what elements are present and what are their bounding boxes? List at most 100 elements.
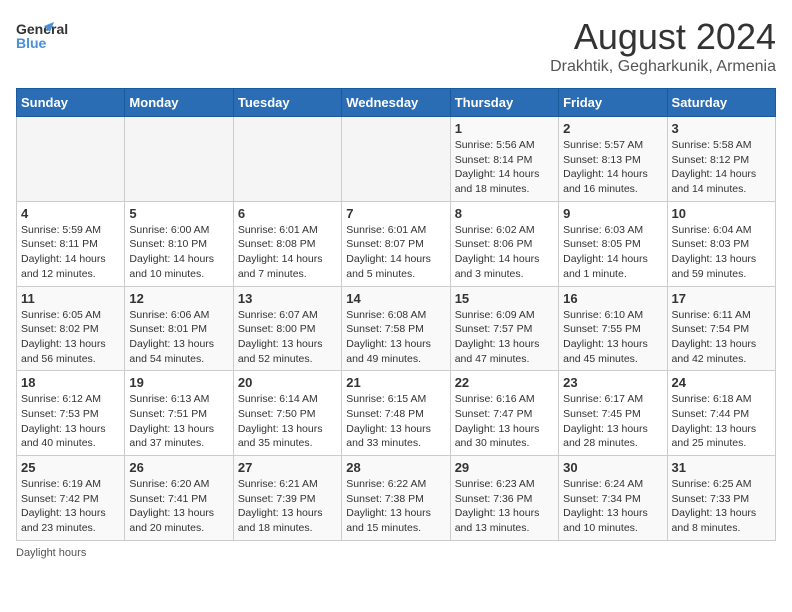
calendar-cell: 5Sunrise: 6:00 AM Sunset: 8:10 PM Daylig… <box>125 201 233 286</box>
calendar-cell: 15 Sunrise: 6:09 AM Sunset: 7:57 PM Dayli… <box>450 286 558 371</box>
day-info: Sunrise: 6:14 AM Sunset: 7:50 PM Dayligh… <box>238 392 337 451</box>
day-info: Sunrise: 6:17 AM Sunset: 7:45 PM Dayligh… <box>563 392 662 451</box>
day-info: Sunrise: 6:02 AM Sunset: 8:06 PM Dayligh… <box>455 223 554 282</box>
day-number: 30 <box>563 460 662 475</box>
day-number: 10 <box>672 206 771 221</box>
calendar-cell: 8 Sunrise: 6:02 AM Sunset: 8:06 PM Daylig… <box>450 201 558 286</box>
calendar-cell: 11 Sunrise: 6:05 AM Sunset: 8:02 PM Dayli… <box>17 286 125 371</box>
day-header-tuesday: Tuesday <box>233 89 341 117</box>
day-info: Sunrise: 6:20 AM Sunset: 7:41 PM Dayligh… <box>129 477 228 536</box>
week-row-1: 1 Sunrise: 5:56 AM Sunset: 8:14 PM Daylig… <box>17 117 776 202</box>
day-info: Sunrise: 6:13 AM Sunset: 7:51 PM Dayligh… <box>129 392 228 451</box>
day-info: Sunrise: 6:16 AM Sunset: 7:47 PM Dayligh… <box>455 392 554 451</box>
day-number: 13 <box>238 291 337 306</box>
day-info: Sunrise: 6:19 AM Sunset: 7:42 PM Dayligh… <box>21 477 120 536</box>
day-number: 14 <box>346 291 445 306</box>
day-info: Sunrise: 6:21 AM Sunset: 7:39 PM Dayligh… <box>238 477 337 536</box>
day-header-monday: Monday <box>125 89 233 117</box>
day-number: 8 <box>455 206 554 221</box>
day-number: 23 <box>563 375 662 390</box>
calendar: SundayMondayTuesdayWednesdayThursdayFrid… <box>16 88 776 541</box>
calendar-cell: 19 Sunrise: 6:13 AM Sunset: 7:51 PM Dayli… <box>125 371 233 456</box>
calendar-cell: 24 Sunrise: 6:18 AM Sunset: 7:44 PM Dayli… <box>667 371 775 456</box>
calendar-cell: 29 Sunrise: 6:23 AM Sunset: 7:36 PM Dayli… <box>450 456 558 541</box>
header: General Blue August 2024 Drakhtik, Gegha… <box>16 16 776 76</box>
calendar-cell: 20 Sunrise: 6:14 AM Sunset: 7:50 PM Dayli… <box>233 371 341 456</box>
calendar-cell <box>125 117 233 202</box>
day-number: 4 <box>21 206 120 221</box>
day-info: Sunrise: 5:59 AM Sunset: 8:11 PM Dayligh… <box>21 223 120 282</box>
calendar-cell: 21 Sunrise: 6:15 AM Sunset: 7:48 PM Dayli… <box>342 371 450 456</box>
day-info: Sunrise: 6:09 AM Sunset: 7:57 PM Dayligh… <box>455 308 554 367</box>
logo: General Blue <box>16 16 96 56</box>
day-number: 27 <box>238 460 337 475</box>
day-number: 1 <box>455 121 554 136</box>
sub-title: Drakhtik, Gegharkunik, Armenia <box>550 58 776 76</box>
calendar-cell: 13 Sunrise: 6:07 AM Sunset: 8:00 PM Dayli… <box>233 286 341 371</box>
day-info: Sunrise: 5:58 AM Sunset: 8:12 PM Dayligh… <box>672 138 771 197</box>
calendar-cell: 31Sunrise: 6:25 AM Sunset: 7:33 PM Dayli… <box>667 456 775 541</box>
day-header-friday: Friday <box>559 89 667 117</box>
day-header-thursday: Thursday <box>450 89 558 117</box>
day-info: Sunrise: 6:07 AM Sunset: 8:00 PM Dayligh… <box>238 308 337 367</box>
day-info: Sunrise: 6:05 AM Sunset: 8:02 PM Dayligh… <box>21 308 120 367</box>
calendar-cell: 30 Sunrise: 6:24 AM Sunset: 7:34 PM Dayli… <box>559 456 667 541</box>
day-info: Sunrise: 6:22 AM Sunset: 7:38 PM Dayligh… <box>346 477 445 536</box>
calendar-cell: 16 Sunrise: 6:10 AM Sunset: 7:55 PM Dayli… <box>559 286 667 371</box>
week-row-3: 11 Sunrise: 6:05 AM Sunset: 8:02 PM Dayli… <box>17 286 776 371</box>
calendar-cell: 22 Sunrise: 6:16 AM Sunset: 7:47 PM Dayli… <box>450 371 558 456</box>
day-number: 26 <box>129 460 228 475</box>
day-info: Sunrise: 6:04 AM Sunset: 8:03 PM Dayligh… <box>672 223 771 282</box>
day-info: Sunrise: 5:56 AM Sunset: 8:14 PM Dayligh… <box>455 138 554 197</box>
day-info: Sunrise: 6:18 AM Sunset: 7:44 PM Dayligh… <box>672 392 771 451</box>
day-info: Sunrise: 6:24 AM Sunset: 7:34 PM Dayligh… <box>563 477 662 536</box>
day-number: 20 <box>238 375 337 390</box>
logo-icon: General Blue <box>16 16 96 56</box>
day-number: 16 <box>563 291 662 306</box>
calendar-cell: 28 Sunrise: 6:22 AM Sunset: 7:38 PM Dayli… <box>342 456 450 541</box>
day-number: 17 <box>672 291 771 306</box>
day-number: 2 <box>563 121 662 136</box>
day-number: 9 <box>563 206 662 221</box>
calendar-body: 1 Sunrise: 5:56 AM Sunset: 8:14 PM Daylig… <box>17 117 776 541</box>
calendar-header: SundayMondayTuesdayWednesdayThursdayFrid… <box>17 89 776 117</box>
calendar-cell: 7Sunrise: 6:01 AM Sunset: 8:07 PM Daylig… <box>342 201 450 286</box>
week-row-2: 4 Sunrise: 5:59 AM Sunset: 8:11 PM Daylig… <box>17 201 776 286</box>
calendar-cell: 3Sunrise: 5:58 AM Sunset: 8:12 PM Daylig… <box>667 117 775 202</box>
day-number: 15 <box>455 291 554 306</box>
calendar-cell: 6Sunrise: 6:01 AM Sunset: 8:08 PM Daylig… <box>233 201 341 286</box>
week-row-4: 18Sunrise: 6:12 AM Sunset: 7:53 PM Dayli… <box>17 371 776 456</box>
day-info: Sunrise: 6:10 AM Sunset: 7:55 PM Dayligh… <box>563 308 662 367</box>
title-section: August 2024 Drakhtik, Gegharkunik, Armen… <box>550 16 776 76</box>
day-number: 12 <box>129 291 228 306</box>
day-info: Sunrise: 6:15 AM Sunset: 7:48 PM Dayligh… <box>346 392 445 451</box>
day-header-sunday: Sunday <box>17 89 125 117</box>
day-info: Sunrise: 6:01 AM Sunset: 8:08 PM Dayligh… <box>238 223 337 282</box>
calendar-cell: 18Sunrise: 6:12 AM Sunset: 7:53 PM Dayli… <box>17 371 125 456</box>
day-info: Sunrise: 5:57 AM Sunset: 8:13 PM Dayligh… <box>563 138 662 197</box>
day-info: Sunrise: 6:06 AM Sunset: 8:01 PM Dayligh… <box>129 308 228 367</box>
day-number: 19 <box>129 375 228 390</box>
day-number: 22 <box>455 375 554 390</box>
day-number: 11 <box>21 291 120 306</box>
main-title: August 2024 <box>550 16 776 58</box>
day-info: Sunrise: 6:23 AM Sunset: 7:36 PM Dayligh… <box>455 477 554 536</box>
day-number: 28 <box>346 460 445 475</box>
day-info: Sunrise: 6:11 AM Sunset: 7:54 PM Dayligh… <box>672 308 771 367</box>
calendar-cell: 27 Sunrise: 6:21 AM Sunset: 7:39 PM Dayli… <box>233 456 341 541</box>
day-number: 7 <box>346 206 445 221</box>
calendar-cell: 4 Sunrise: 5:59 AM Sunset: 8:11 PM Daylig… <box>17 201 125 286</box>
day-number: 29 <box>455 460 554 475</box>
calendar-cell: 12 Sunrise: 6:06 AM Sunset: 8:01 PM Dayli… <box>125 286 233 371</box>
calendar-cell: 23 Sunrise: 6:17 AM Sunset: 7:45 PM Dayli… <box>559 371 667 456</box>
day-number: 21 <box>346 375 445 390</box>
header-row: SundayMondayTuesdayWednesdayThursdayFrid… <box>17 89 776 117</box>
week-row-5: 25Sunrise: 6:19 AM Sunset: 7:42 PM Dayli… <box>17 456 776 541</box>
day-info: Sunrise: 6:25 AM Sunset: 7:33 PM Dayligh… <box>672 477 771 536</box>
day-info: Sunrise: 6:00 AM Sunset: 8:10 PM Dayligh… <box>129 223 228 282</box>
footer-note: Daylight hours <box>16 547 776 559</box>
day-number: 24 <box>672 375 771 390</box>
calendar-cell: 9Sunrise: 6:03 AM Sunset: 8:05 PM Daylig… <box>559 201 667 286</box>
calendar-cell: 10 Sunrise: 6:04 AM Sunset: 8:03 PM Dayli… <box>667 201 775 286</box>
calendar-cell <box>233 117 341 202</box>
